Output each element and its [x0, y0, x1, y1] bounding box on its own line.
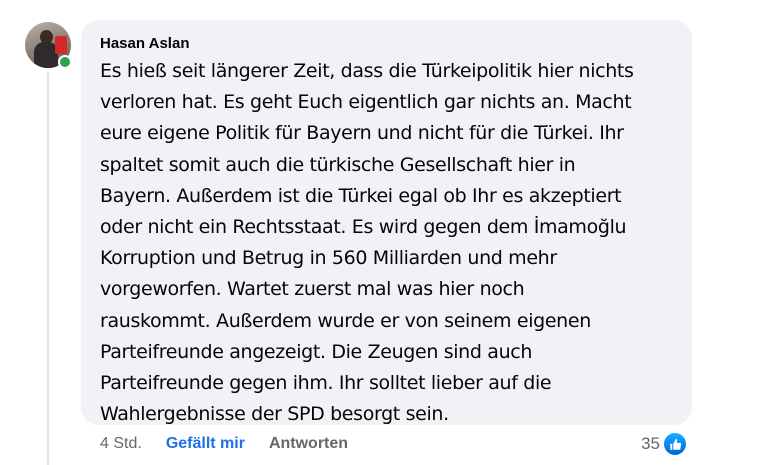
thumbs-up-icon [662, 431, 688, 457]
comment-timestamp[interactable]: 4 Std. [100, 435, 142, 453]
comment-line: eure eigene Politik für Bayern und nicht… [100, 122, 624, 145]
comment-line: oder nicht ein Rechtsstaat. Es wird gege… [100, 216, 627, 239]
avatar-flag [55, 36, 67, 54]
reaction-count[interactable]: 35 [641, 434, 660, 454]
thread-line [47, 72, 49, 465]
avatar-container[interactable] [25, 22, 72, 69]
comment-author[interactable]: Hasan Aslan [100, 34, 678, 54]
comment-actions: 4 Std. Gefällt mir Antworten [100, 434, 348, 454]
thumbs-up-glyph [669, 438, 681, 450]
comment-bubble: Hasan Aslan Es hieß seit längerer Zeit, … [81, 20, 692, 425]
comment-line: Es hieß seit längerer Zeit, dass die Tür… [100, 60, 634, 82]
online-status-icon [58, 55, 72, 69]
comment-line: Parteifreunde angezeigt. Die Zeugen sind… [100, 340, 533, 363]
comment-line: Bayern. Außerdem ist die Türkei egal ob … [100, 184, 622, 207]
comment-line: Wahlergebnisse der SPD besorgt sein. [100, 403, 449, 426]
like-button[interactable]: Gefällt mir [166, 435, 245, 453]
comment-line: spaltet somit auch die türkische Gesells… [100, 153, 576, 176]
comment-line: rauskommt. Außerdem wurde er von seinem … [100, 309, 591, 332]
reaction-summary[interactable]: 35 [641, 431, 688, 457]
comment-line: Korruption und Betrug in 560 Milliarden … [100, 247, 557, 270]
reply-button[interactable]: Antworten [269, 435, 348, 453]
comment-line: Parteifreunde gegen ihm. Ihr solltet lie… [100, 372, 552, 395]
comment-text: Es hieß seit längerer Zeit, dass die Tür… [100, 56, 678, 430]
comment-line: vorgeworfen. Wartet zuerst mal was hier … [100, 278, 525, 301]
comment-line: verloren hat. Es geht Euch eigentlich ga… [100, 91, 632, 114]
